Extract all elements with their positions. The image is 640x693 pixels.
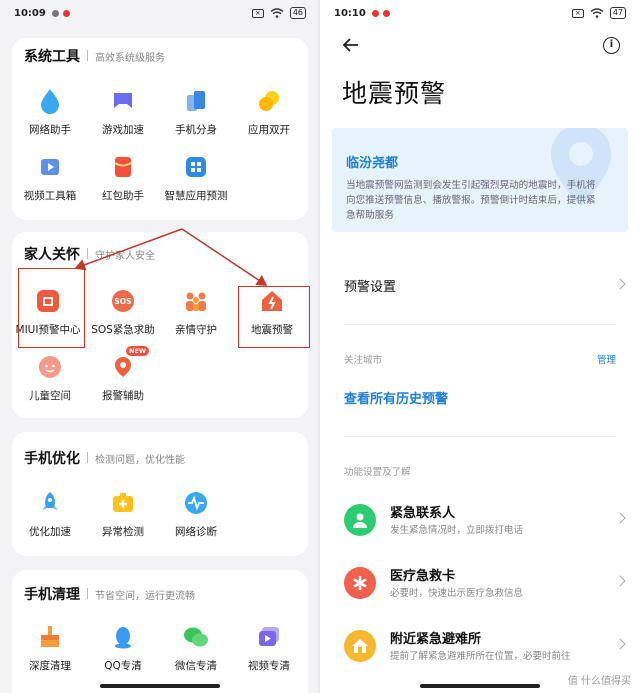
tool-game-boost[interactable]: 游戏加速	[85, 86, 161, 137]
shelter-house-icon	[344, 630, 376, 662]
status-time: 10:09	[14, 7, 46, 19]
section-title: 家人关怀	[24, 247, 80, 263]
section-title: 手机优化	[24, 451, 80, 467]
kid-face-icon	[35, 352, 65, 382]
video-clean-icon	[254, 622, 284, 652]
section-subtitle: 节省空间，运行更流畅	[95, 591, 195, 602]
optimize-network-diagnosis[interactable]: 网络诊断	[158, 488, 234, 539]
broom-icon	[35, 622, 65, 652]
sos-icon: SOS	[108, 286, 138, 316]
battery-icon: 46	[289, 7, 306, 19]
section-subtitle: 守护家人安全	[95, 251, 155, 262]
phone-optimize-card: 手机优化 检测问题，优化性能 优化加速 异常检测 网络诊断	[12, 432, 308, 556]
svg-text:SOS: SOS	[114, 297, 131, 306]
warning-settings-label: 预警设置	[344, 280, 397, 295]
phone-clean-card: 手机清理 节省空间，运行更流畅 深度清理 QQ专清 微信专清 视频专清	[12, 570, 308, 693]
new-badge: NEW	[126, 346, 150, 356]
left-screen: 10:09 × 46 系统工具 高效系统级服务 网络助手 游戏加速 手机分身 应…	[0, 0, 320, 693]
sim-icon: ×	[571, 8, 584, 18]
emergency-contact-item[interactable]: 紧急联系人 发生紧急情况时，立即拨打电话	[344, 502, 626, 546]
family-guard[interactable]: 亲情守护	[158, 286, 234, 337]
contact-person-icon	[344, 504, 376, 536]
alarm-pin-icon: NEW	[108, 346, 150, 382]
status-bar: 10:09 × 46	[0, 0, 320, 26]
wechat-icon	[181, 622, 211, 652]
red-envelope-icon	[108, 152, 138, 182]
highlight-box	[238, 286, 310, 348]
followed-city-caption: 关注城市	[344, 355, 383, 366]
earthquake-alert-card: 临汾尧都 当地震预警网监测到会发生引起强烈晃动的地震时，手机将向您推送预警信息、…	[332, 128, 628, 232]
tool-dual-phone[interactable]: 手机分身	[158, 86, 234, 137]
watermark: 值 什么值得买	[564, 672, 634, 687]
video-toolbox-icon	[35, 152, 65, 182]
section-subtitle: 检测问题，优化性能	[95, 455, 185, 466]
notification-dot-icon	[371, 9, 379, 17]
page-title: 地震预警	[342, 79, 447, 108]
gamepad-icon	[108, 86, 138, 116]
history-alerts-link[interactable]: 查看所有历史预警	[344, 388, 448, 407]
tool-network-assistant[interactable]: 网络助手	[12, 86, 88, 137]
features-caption: 功能设置及了解	[344, 467, 411, 478]
family-icon	[181, 286, 211, 316]
tool-red-envelope[interactable]: 红包助手	[85, 152, 161, 203]
home-indicator[interactable]	[100, 684, 220, 688]
right-screen: 10:10 × 47 i 地震预警 临汾尧都 当地震预警网监测到会发生引起强烈晃…	[320, 0, 640, 693]
alert-description: 当地震预警网监测到会发生引起强烈晃动的地震时，手机将向您推送预警信息、播放警报。…	[346, 180, 596, 221]
optimize-anomaly-check[interactable]: 异常检测	[85, 488, 161, 539]
notification-dot-icon	[62, 9, 70, 17]
medical-card-item[interactable]: 医疗急救卡 必要时，快速出示医疗急救信息	[344, 565, 626, 609]
sim-icon: ×	[251, 8, 264, 18]
wifi-icon	[270, 8, 284, 18]
manage-link[interactable]: 管理	[597, 352, 616, 366]
tool-smart-predict[interactable]: 智慧应用预测	[158, 152, 234, 203]
section-title: 手机清理	[24, 587, 80, 603]
optimize-boost[interactable]: 优化加速	[12, 488, 88, 539]
highlight-box	[18, 268, 85, 348]
app-grid-icon	[181, 152, 211, 182]
notification-dot-icon	[51, 9, 59, 17]
qq-icon	[108, 622, 138, 652]
nearby-shelter-item[interactable]: 附近紧急避难所 提前了解紧急避难所所在位置，必要时前往	[344, 628, 626, 672]
rocket-icon	[35, 488, 65, 518]
chevron-right-icon	[614, 512, 626, 524]
chevron-right-icon	[614, 278, 626, 290]
section-subtitle: 高效系统级服务	[95, 53, 165, 64]
notification-dot-icon	[382, 9, 390, 17]
tool-dual-app[interactable]: 应用双开	[231, 86, 307, 137]
pulse-icon	[181, 488, 211, 518]
water-drop-icon	[35, 86, 65, 116]
chevron-right-icon	[614, 575, 626, 587]
clean-deep[interactable]: 深度清理	[12, 622, 88, 673]
medical-asterisk-icon	[344, 567, 376, 599]
home-indicator[interactable]	[420, 684, 540, 688]
alert-city: 临汾尧都	[346, 156, 399, 171]
status-bar: 10:10 × 47	[320, 0, 640, 26]
wifi-icon	[590, 8, 604, 18]
battery-icon: 47	[609, 7, 626, 19]
clean-video[interactable]: 视频专清	[231, 622, 307, 673]
dual-phone-icon	[181, 86, 211, 116]
family-sos[interactable]: SOS SOS紧急求助	[85, 286, 161, 337]
back-arrow-icon[interactable]	[342, 36, 360, 54]
info-icon[interactable]: i	[603, 37, 620, 54]
dual-app-icon	[254, 86, 284, 116]
family-alarm-assist[interactable]: NEW 报警辅助	[85, 346, 161, 403]
chevron-right-icon	[614, 638, 626, 650]
medical-kit-icon	[108, 488, 138, 518]
warning-settings-row[interactable]: 预警设置	[344, 276, 626, 296]
tool-video-toolbox[interactable]: 视频工具箱	[12, 152, 88, 203]
clean-wechat[interactable]: 微信专清	[158, 622, 234, 673]
section-title: 系统工具	[24, 49, 80, 65]
system-tools-card: 系统工具 高效系统级服务 网络助手 游戏加速 手机分身 应用双开 视频工具箱 红…	[12, 38, 308, 220]
clean-qq[interactable]: QQ专清	[85, 622, 161, 673]
status-time: 10:10	[334, 7, 366, 19]
family-kids-space[interactable]: 儿童空间	[12, 352, 88, 403]
